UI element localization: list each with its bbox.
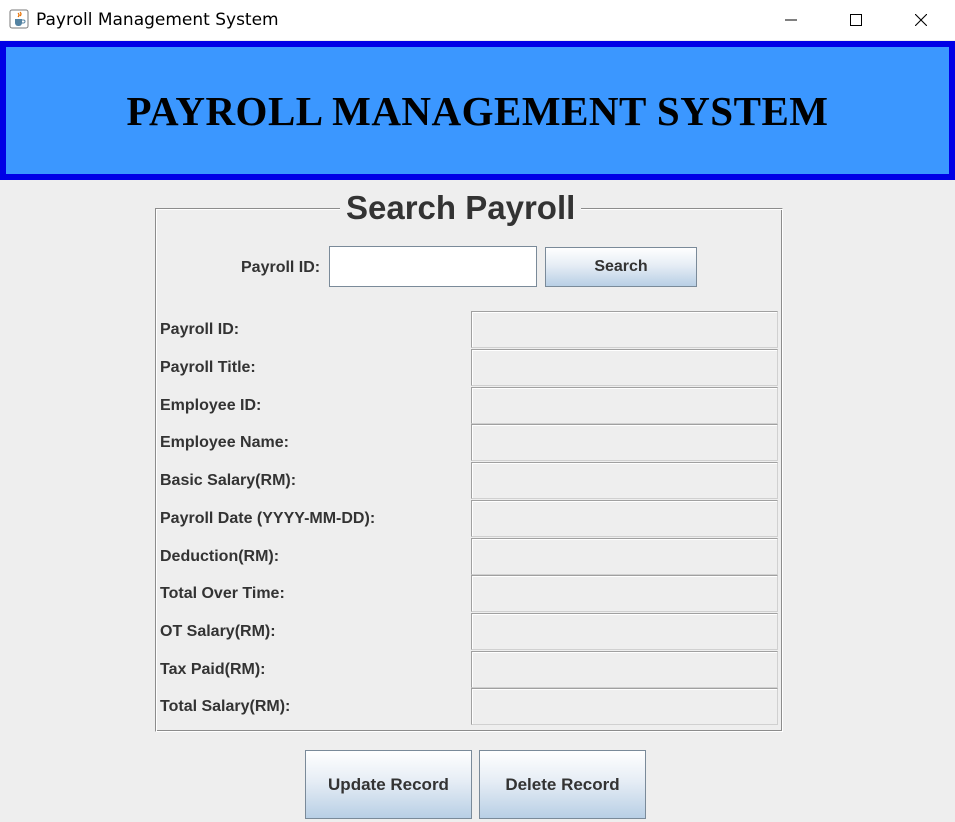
basic-salary-field[interactable] (471, 462, 778, 499)
ot-salary-field[interactable] (471, 613, 778, 650)
search-payroll-id-input[interactable] (329, 246, 537, 287)
deduction-label: Deduction(RM): (160, 548, 280, 565)
minimize-button[interactable] (768, 0, 814, 40)
employee-id-label: Employee ID: (160, 397, 262, 414)
payroll-title-label: Payroll Title: (160, 359, 256, 376)
employee-name-label: Employee Name: (160, 434, 289, 451)
total-over-time-field[interactable] (471, 575, 778, 612)
payroll-id-label: Payroll ID: (160, 321, 240, 338)
payroll-date-field[interactable] (471, 500, 778, 537)
window-title: Payroll Management System (36, 10, 279, 30)
tax-paid-label: Tax Paid(RM): (160, 661, 266, 678)
total-over-time-label: Total Over Time: (160, 585, 285, 602)
header-banner: PAYROLL MANAGEMENT SYSTEM (0, 41, 955, 180)
maximize-icon (850, 14, 862, 26)
close-button[interactable] (898, 0, 944, 40)
minimize-icon (785, 19, 797, 21)
tax-paid-field[interactable] (471, 651, 778, 688)
employee-name-field[interactable] (471, 424, 778, 461)
update-record-button[interactable]: Update Record (305, 750, 472, 819)
delete-record-button[interactable]: Delete Record (479, 750, 646, 819)
java-cup-icon (9, 9, 29, 29)
app-window: Payroll Management System PAYROLL MANAGE… (0, 0, 955, 822)
payroll-date-label: Payroll Date (YYYY-MM-DD): (160, 510, 376, 527)
search-payroll-id-label: Payroll ID: (241, 259, 321, 276)
close-icon (915, 14, 927, 26)
deduction-field[interactable] (471, 538, 778, 575)
basic-salary-label: Basic Salary(RM): (160, 472, 297, 489)
total-salary-label: Total Salary(RM): (160, 698, 291, 715)
search-button[interactable]: Search (545, 247, 697, 287)
total-salary-field[interactable] (471, 688, 778, 725)
panel-legend: Search Payroll (340, 189, 582, 227)
maximize-button[interactable] (833, 0, 879, 40)
payroll-id-field[interactable] (471, 311, 778, 348)
title-bar[interactable]: Payroll Management System (0, 0, 955, 40)
payroll-title-field[interactable] (471, 349, 778, 386)
employee-id-field[interactable] (471, 387, 778, 424)
ot-salary-label: OT Salary(RM): (160, 623, 276, 640)
banner-title: PAYROLL MANAGEMENT SYSTEM (126, 87, 829, 134)
